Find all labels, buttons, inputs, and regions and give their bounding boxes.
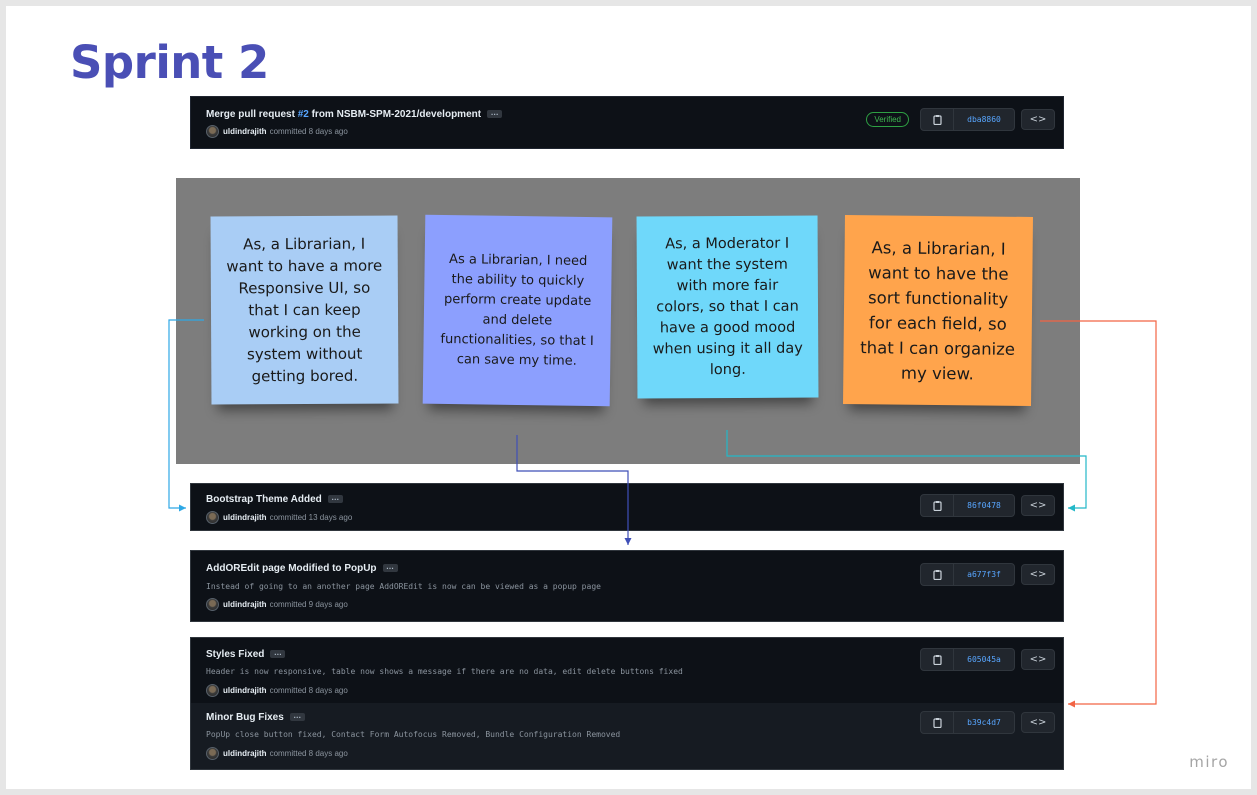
miro-watermark: miro xyxy=(1189,753,1229,771)
connector-arrow-crud[interactable] xyxy=(516,435,632,545)
connector-arrow-responsive-ui[interactable] xyxy=(168,319,204,512)
connector-arrow-sort[interactable] xyxy=(1040,320,1157,708)
connector-lines xyxy=(168,319,1157,708)
connector-arrow-fair-colors[interactable] xyxy=(726,430,1087,512)
